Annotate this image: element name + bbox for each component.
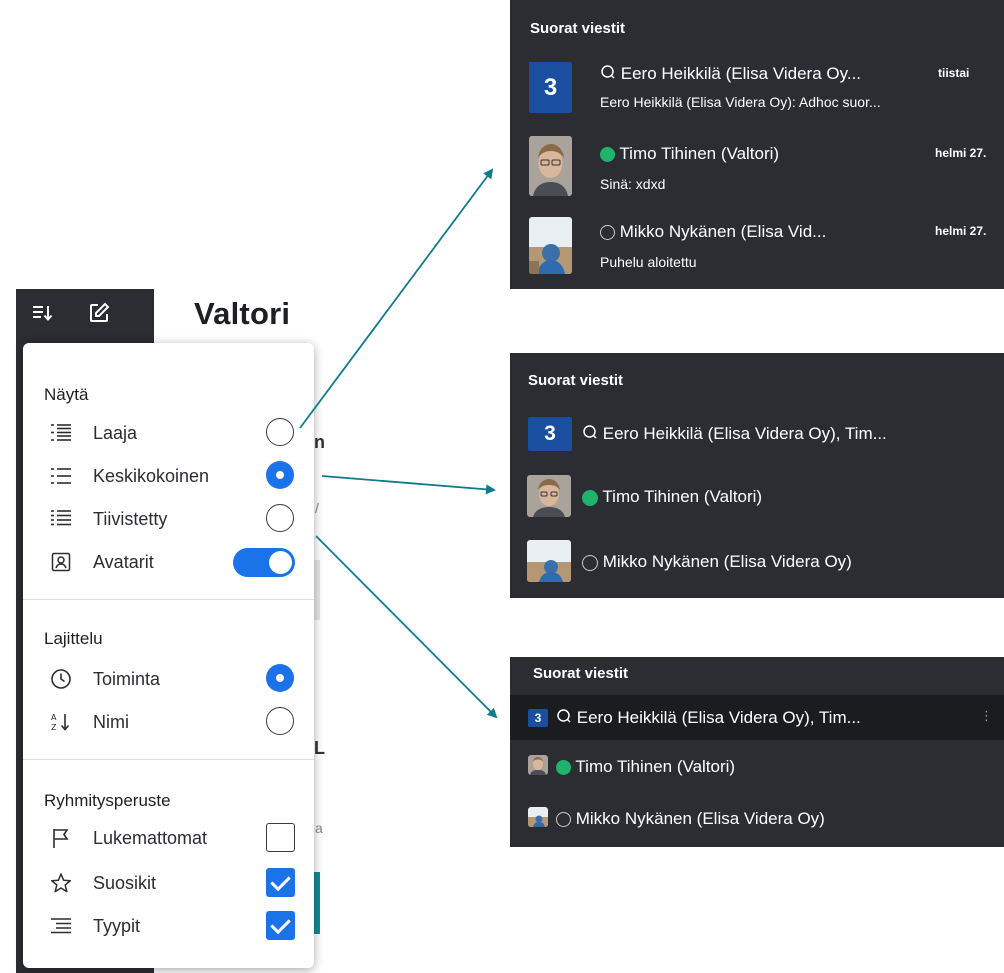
panel-title: Suorat viestit [530,20,626,37]
conversation-item[interactable]: Mikko Nykänen (Elisa Videra Oy) [510,797,1004,837]
conversation-name: Eero Heikkilä (Elisa Videra Oy), Tim... [582,424,887,445]
unread-badge: 3 [528,417,572,451]
conversation-date: tiistai [938,66,970,80]
preview-wide-panel: Suorat viestit 3 Eero Heikkilä (Elisa Vi… [510,0,1004,289]
arrow-to-compact-preview [315,535,498,719]
conversation-name: Mikko Nykänen (Elisa Videra Oy) [582,552,852,572]
conversation-name: Mikko Nykänen (Elisa Videra Oy) [556,809,825,829]
avatar [528,807,548,827]
conversation-item[interactable]: Timo Tihinen (Valtori) helmi 27. Sinä: x… [510,130,1004,200]
conversation-date: helmi 27. [935,224,987,238]
online-status-icon [600,147,615,163]
avatar [527,475,571,517]
conversation-item[interactable]: Mikko Nykänen (Elisa Videra Oy) [510,540,1004,584]
unread-badge: 3 [529,62,572,113]
offline-status-icon [556,812,571,828]
chat-status-icon [556,708,572,729]
more-options-icon[interactable]: ⋮ [980,708,993,724]
panel-title: Suorat viestit [528,372,624,389]
conversation-item[interactable]: 3 Eero Heikkilä (Elisa Videra Oy... tiis… [510,56,1004,120]
preview-medium-panel: Suorat viestit 3 Eero Heikkilä (Elisa Vi… [510,353,1004,598]
conversation-item[interactable]: 3 Eero Heikkilä (Elisa Videra Oy), Tim..… [510,695,1004,740]
arrow-to-medium-preview [321,475,496,495]
conversation-preview: Sinä: xdxd [600,176,666,192]
avatar [528,755,548,775]
avatar [529,136,572,196]
conversation-date: helmi 27. [935,146,987,160]
avatar [527,540,571,582]
conversation-name: Timo Tihinen (Valtori) [600,144,779,164]
conversation-preview: Puhelu aloitettu [600,254,697,270]
preview-compact-panel: Suorat viestit 3 Eero Heikkilä (Elisa Vi… [510,657,1004,847]
conversation-item[interactable]: Timo Tihinen (Valtori) [510,475,1004,519]
conversation-name: Eero Heikkilä (Elisa Videra Oy), Tim... [556,708,861,729]
chat-status-icon [600,64,616,85]
conversation-item[interactable]: Timo Tihinen (Valtori) [510,745,1004,785]
offline-status-icon [600,225,615,241]
online-status-icon [556,760,571,776]
conversation-preview: Eero Heikkilä (Elisa Videra Oy): Adhoc s… [600,94,881,110]
conversation-name: Timo Tihinen (Valtori) [582,487,762,507]
arrow-to-wide-preview [299,168,494,429]
conversation-item[interactable]: 3 Eero Heikkilä (Elisa Videra Oy), Tim..… [510,415,1004,455]
panel-title: Suorat viestit [533,665,629,682]
chat-status-icon [582,424,598,445]
avatar [529,217,572,274]
conversation-name: Mikko Nykänen (Elisa Vid... [600,222,826,242]
unread-badge: 3 [528,709,548,727]
online-status-icon [582,489,598,506]
conversation-name: Eero Heikkilä (Elisa Videra Oy... [600,64,861,85]
conversation-name: Timo Tihinen (Valtori) [556,757,735,777]
conversation-item[interactable]: Mikko Nykänen (Elisa Vid... helmi 27. Pu… [510,210,1004,280]
offline-status-icon [582,554,598,571]
